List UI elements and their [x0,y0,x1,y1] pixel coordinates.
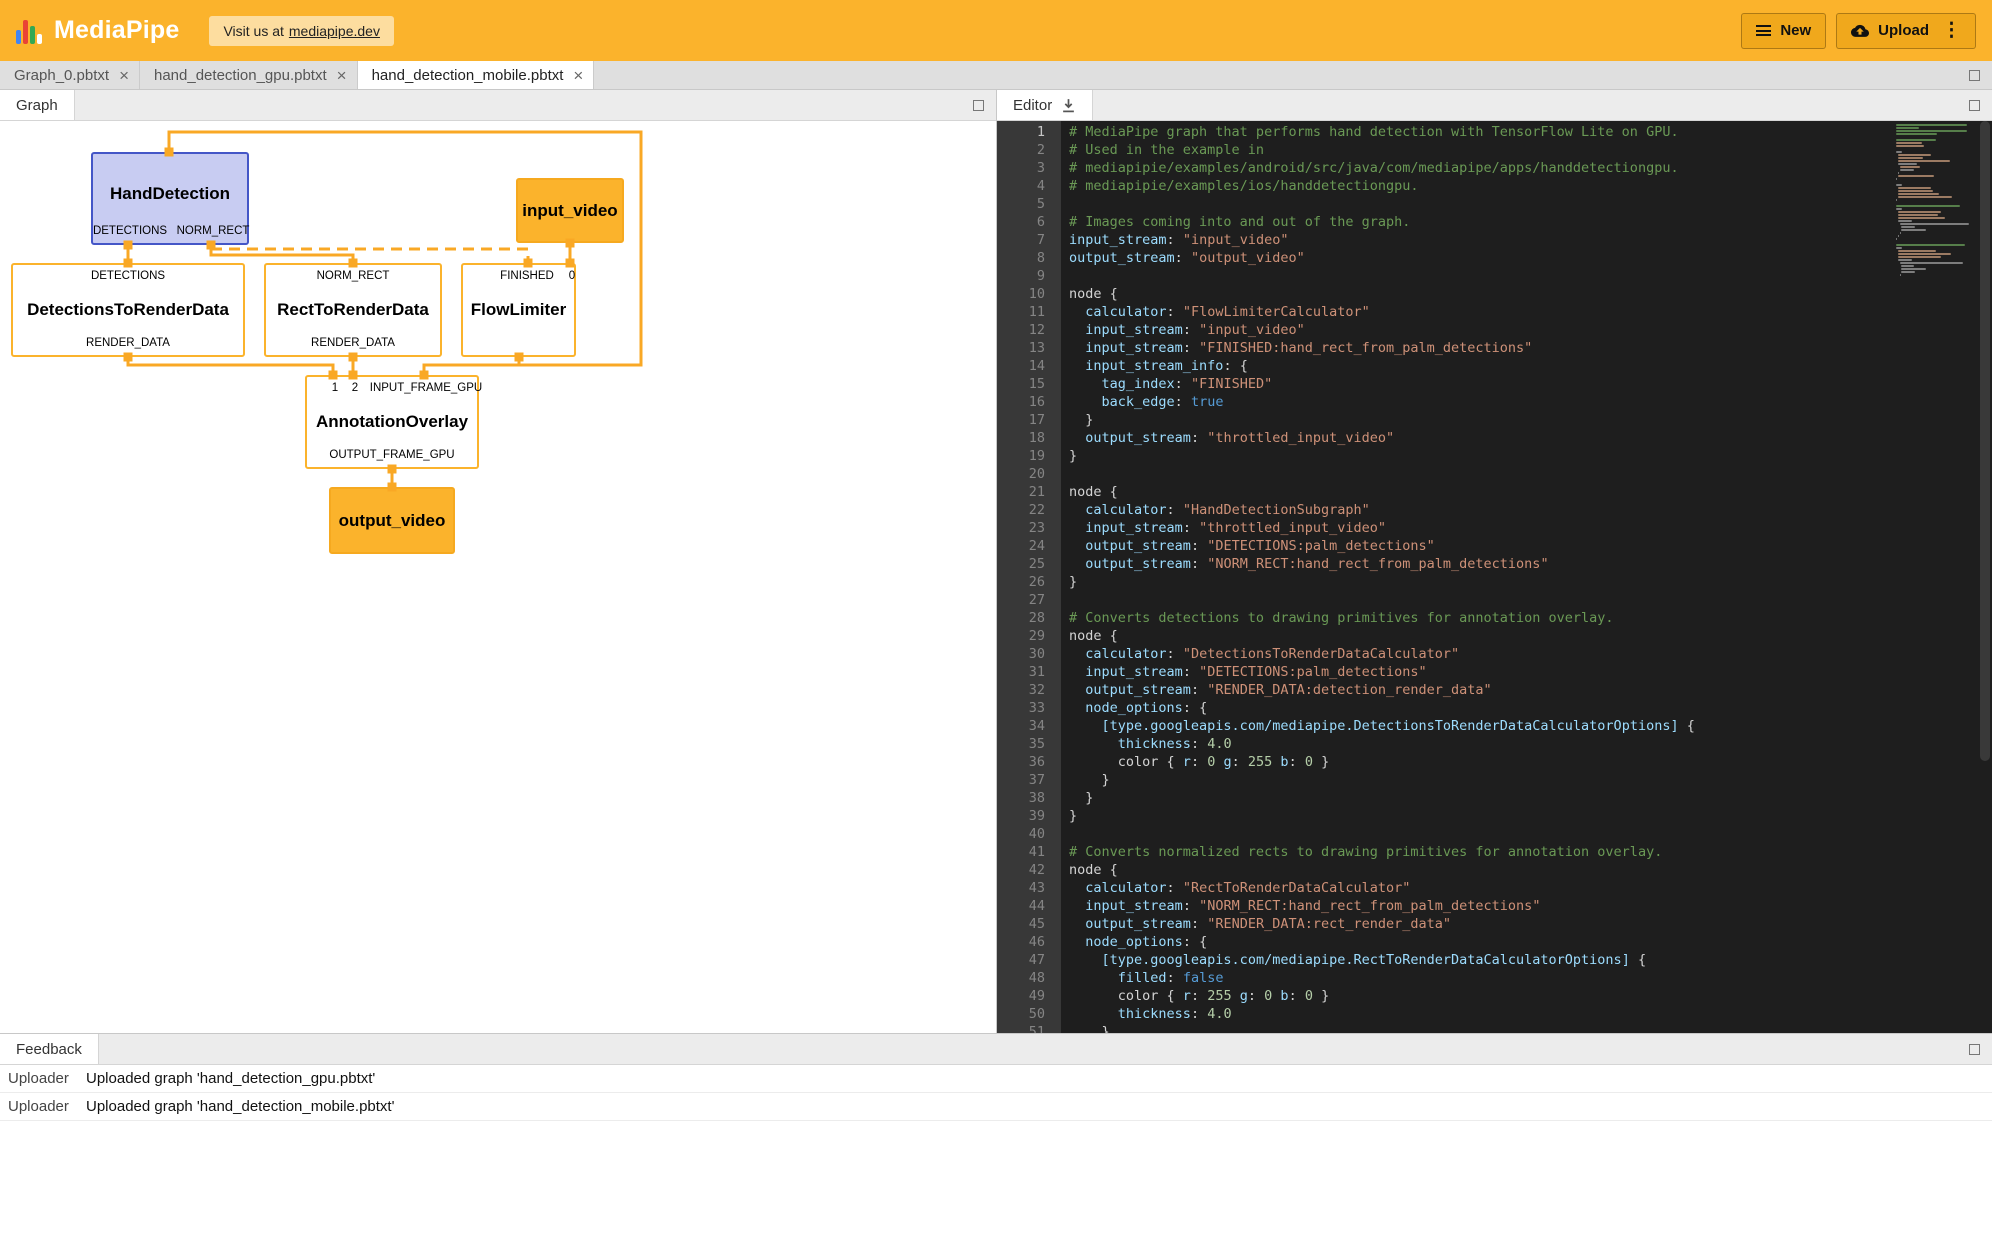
scrollbar-thumb[interactable] [1980,121,1990,761]
edge-normrect-to-rect [211,245,353,263]
graph-node-detectionstorenderdata[interactable]: DETECTIONS DetectionsToRenderData RENDER… [11,263,245,357]
graph-panel-strip: Graph [0,90,996,121]
graph-tab-label: Graph [16,97,58,114]
graph-canvas[interactable]: HandDetection DETECTIONS NORM_RECT input… [0,121,996,1033]
close-tab-icon[interactable]: × [573,67,583,84]
feedback-source: Uploader [8,1070,86,1087]
node-title: output_video [331,511,453,531]
editor-minimap[interactable] [1896,124,1974,277]
graph-panel: Graph HandDetection DETECTIONS NORM_RECT… [0,90,997,1033]
cloud-upload-icon [1851,24,1869,37]
node-title: AnnotationOverlay [307,412,477,432]
port-label: NORM_RECT [266,270,440,282]
new-button[interactable]: New [1741,13,1826,49]
graph-node-output-video[interactable]: output_video [329,487,455,554]
feedback-log: Uploader Uploaded graph 'hand_detection_… [0,1065,1992,1236]
mediapipe-dev-link[interactable]: mediapipe.dev [289,23,380,39]
menu-icon [1756,25,1771,36]
upload-button-label: Upload [1878,22,1929,39]
visit-badge: Visit us at mediapipe.dev [209,16,394,46]
code-editor[interactable]: 1234567891011121314151617181920212223242… [997,121,1992,1033]
file-tab-hand-detection-gpu[interactable]: hand_detection_gpu.pbtxt × [140,61,358,89]
app-header: MediaPipe Visit us at mediapipe.dev New … [0,0,1992,61]
editor-panel-strip: Editor [997,90,1992,121]
editor-tab-label: Editor [1013,97,1052,114]
graph-node-flowlimiter[interactable]: FINISHED 0 FlowLimiter [461,263,576,357]
feedback-panel-strip: Feedback [0,1034,1992,1065]
port-label: DETECTIONS [13,270,243,282]
feedback-panel: Feedback Uploader Uploaded graph 'hand_d… [0,1033,1992,1236]
maximize-graph-icon[interactable] [973,100,984,111]
mediapipe-logo [16,18,42,44]
file-tab-bar: Graph_0.pbtxt × hand_detection_gpu.pbtxt… [0,61,1992,90]
node-title: HandDetection [93,184,247,204]
upload-menu-icon[interactable]: ⋮ [1942,21,1961,40]
file-tab-label: Graph_0.pbtxt [14,67,109,84]
node-title: RectToRenderData [266,300,440,320]
feedback-tab-label: Feedback [16,1041,82,1058]
feedback-row: Uploader Uploaded graph 'hand_detection_… [0,1093,1992,1121]
port-label: RENDER_DATA [13,337,243,349]
feedback-message: Uploaded graph 'hand_detection_mobile.pb… [86,1098,394,1115]
port-label: 1 [332,382,338,394]
feedback-message: Uploaded graph 'hand_detection_gpu.pbtxt… [86,1070,375,1087]
node-title: FlowLimiter [463,300,574,320]
new-button-label: New [1780,22,1811,39]
graph-node-recttorenderdata[interactable]: NORM_RECT RectToRenderData RENDER_DATA [264,263,442,357]
tab-editor[interactable]: Editor [997,90,1093,120]
graph-node-annotationoverlay[interactable]: 1 2 INPUT_FRAME_GPU AnnotationOverlay OU… [305,375,479,469]
maximize-feedback-icon[interactable] [1969,1044,1980,1055]
graph-edges [0,121,996,1033]
feedback-row: Uploader Uploaded graph 'hand_detection_… [0,1065,1992,1093]
tab-feedback[interactable]: Feedback [0,1034,99,1064]
maximize-editor-icon[interactable] [1969,100,1980,111]
tab-graph[interactable]: Graph [0,90,75,120]
visit-prefix: Visit us at [223,23,283,39]
upload-button[interactable]: Upload ⋮ [1836,13,1976,49]
line-number-gutter: 1234567891011121314151617181920212223242… [997,121,1061,1033]
port-label: DETECTIONS [93,225,167,237]
edge-throttled-to-annotation [424,365,519,375]
port-label: INPUT_FRAME_GPU [370,382,482,394]
port-label: 2 [352,382,358,394]
feedback-source: Uploader [8,1098,86,1115]
maximize-panel-icon[interactable] [1969,70,1980,81]
file-tab-label: hand_detection_gpu.pbtxt [154,67,327,84]
app-title: MediaPipe [54,16,179,45]
close-tab-icon[interactable]: × [337,67,347,84]
close-tab-icon[interactable]: × [119,67,129,84]
graph-node-handdetection[interactable]: HandDetection DETECTIONS NORM_RECT [91,152,249,245]
port-label: FINISHED [500,270,554,282]
file-tab-label: hand_detection_mobile.pbtxt [372,67,564,84]
file-tab-graph-0[interactable]: Graph_0.pbtxt × [0,61,140,89]
node-title: input_video [518,201,622,221]
graph-node-input-video[interactable]: input_video [516,178,624,243]
code-content[interactable]: # MediaPipe graph that performs hand det… [1061,121,1896,1033]
editor-scrollbar[interactable] [1978,121,1992,1033]
editor-panel: Editor 123456789101112131415161718192021… [997,90,1992,1033]
edge-renderdata-1 [128,357,333,375]
port-label: NORM_RECT [177,225,250,237]
port-label: OUTPUT_FRAME_GPU [307,449,477,461]
node-title: DetectionsToRenderData [13,300,243,320]
edge-back-edge-finished [211,249,528,263]
port-label: RENDER_DATA [266,337,440,349]
file-tab-hand-detection-mobile[interactable]: hand_detection_mobile.pbtxt × [358,61,595,89]
port-label: 0 [569,270,575,282]
download-icon[interactable] [1061,98,1076,113]
